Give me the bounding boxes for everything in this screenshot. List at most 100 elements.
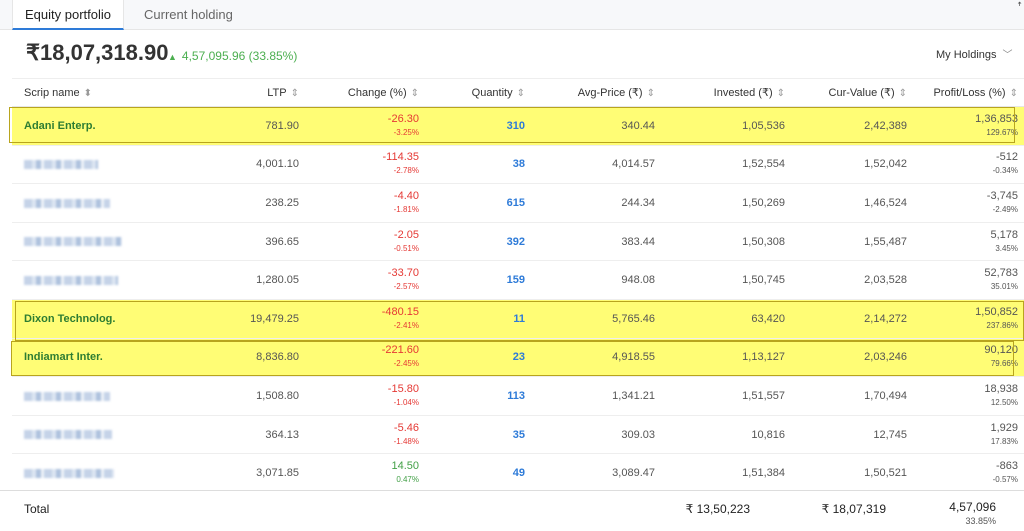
current-value-cell: 2,14,272 <box>791 299 913 339</box>
quantity-value[interactable]: 113 <box>507 390 525 402</box>
table-row[interactable]: 1,508.80 -15.80 -1.04% 113 1,341.21 1,51,557 1… <box>12 376 1024 416</box>
profit-loss-percent: 12.50% <box>990 397 1018 407</box>
quantity-value[interactable]: 49 <box>513 467 525 479</box>
profit-loss-percent: 129.67% <box>986 127 1018 137</box>
quantity-cell: 392 <box>425 222 531 262</box>
invested-value: 63,420 <box>751 312 785 325</box>
table-row[interactable]: 4,001.10 -114.35 -2.78% 38 4,014.57 1,52,554 1… <box>12 145 1024 185</box>
quantity-cell: 11 <box>425 299 531 339</box>
current-value-cell: 12,745 <box>791 415 913 455</box>
profit-loss-cell: 1,36,853 129.67% <box>913 106 1024 146</box>
sort-icon[interactable]: ⇕ <box>777 88 785 99</box>
table-row[interactable]: Indiamart Inter. 8,836.80 -221.60 -2.45% 23 4… <box>12 338 1024 378</box>
column-header-label: Cur-Value (₹) <box>828 87 895 99</box>
quantity-value[interactable]: 392 <box>507 236 525 248</box>
avg-price-value: 3,089.47 <box>612 467 655 480</box>
column-header[interactable]: Scrip name ⬍ <box>12 78 202 107</box>
current-value: 1,46,524 <box>864 196 907 209</box>
sort-icon[interactable]: ⇕ <box>1010 88 1018 99</box>
current-value: 1,50,521 <box>864 467 907 480</box>
quantity-cell: 159 <box>425 260 531 300</box>
change-percent: -2.41% <box>393 320 419 330</box>
sort-icon[interactable]: ⇕ <box>517 88 525 99</box>
quantity-cell: 35 <box>425 415 531 455</box>
column-header-label: Change (%) <box>347 86 407 99</box>
change-value: 14.50 <box>391 460 419 473</box>
tab-equity-portfolio[interactable]: Equity portfolio <box>12 0 124 30</box>
table-row[interactable]: 364.13 -5.46 -1.48% 35 309.03 10,816 12,745 1,9… <box>12 415 1024 455</box>
profit-loss-value: 90,120 <box>984 344 1018 357</box>
column-header[interactable]: Change (%) ⇕ <box>305 78 425 107</box>
ltp-cell: 4,001.10 <box>202 145 305 185</box>
table-row[interactable]: 238.25 -4.40 -1.81% 615 244.34 1,50,269 1,46,5… <box>12 183 1024 223</box>
sort-icon[interactable]: ⬍ <box>84 88 92 99</box>
avg-price-value: 340.44 <box>621 119 655 132</box>
table-row[interactable]: 396.65 -2.05 -0.51% 392 383.44 1,50,308 1,55,4… <box>12 222 1024 262</box>
table-row[interactable]: Dixon Technolog. 19,479.25 -480.15 -2.41% 11… <box>12 299 1024 339</box>
table-row[interactable]: 1,280.05 -33.70 -2.57% 159 948.08 1,50,745 2,0… <box>12 260 1024 300</box>
sort-icon[interactable]: ⇕ <box>647 88 655 99</box>
redacted-scrip-name <box>24 430 112 440</box>
quantity-value[interactable]: 11 <box>513 313 525 325</box>
change-cell: -221.60 -2.45% <box>305 338 425 378</box>
scrip-name[interactable]: Adani Enterp. <box>24 120 96 132</box>
tab-current-holding[interactable]: Current holding <box>132 0 245 30</box>
holdings-table: Scrip name ⬍ LTP ⇕ Change (%) ⇕ Quantity ⇕ Avg-P… <box>12 78 1024 493</box>
invested-cell: 1,05,536 <box>661 106 791 146</box>
redacted-scrip-name <box>24 237 122 247</box>
invested-cell: 1,50,269 <box>661 183 791 223</box>
scrip-name-cell: Adani Enterp. <box>12 106 202 146</box>
change-value: -480.15 <box>381 305 419 318</box>
change-value: -4.40 <box>393 189 419 202</box>
profit-loss-cell: 90,120 79.66% <box>913 338 1024 378</box>
holdings-view-select[interactable]: My Holdings ﹀ <box>936 46 1013 61</box>
column-header[interactable]: Invested (₹) ⇕ <box>661 78 791 107</box>
change-percent: -0.51% <box>393 243 419 253</box>
quantity-value[interactable]: 310 <box>507 120 525 132</box>
profit-loss-percent: 17.83% <box>990 436 1018 446</box>
quantity-value[interactable]: 159 <box>507 274 525 286</box>
ltp-value: 238.25 <box>265 196 299 209</box>
invested-value: 1,13,127 <box>742 351 785 364</box>
profit-loss-percent: 79.66% <box>990 359 1018 369</box>
sort-icon[interactable]: ⇕ <box>899 88 907 99</box>
avg-price-cell: 244.34 <box>531 183 661 223</box>
scrip-name[interactable]: Indiamart Inter. <box>24 351 103 363</box>
quantity-value[interactable]: 38 <box>513 158 525 170</box>
profit-loss-percent: -0.57% <box>992 475 1018 485</box>
avg-price-value: 383.44 <box>621 235 655 248</box>
current-value-cell: 2,03,528 <box>791 260 913 300</box>
invested-value: 1,51,557 <box>742 389 785 402</box>
invested-cell: 1,13,127 <box>661 338 791 378</box>
sort-icon[interactable]: ⇕ <box>291 88 299 99</box>
column-header[interactable]: Quantity ⇕ <box>425 78 531 107</box>
current-value-cell: 1,52,042 <box>791 145 913 185</box>
table-row[interactable]: 3,071.85 14.50 0.47% 49 3,089.47 1,51,384 1,50… <box>12 453 1024 493</box>
current-value-cell: 1,55,487 <box>791 222 913 262</box>
quantity-value[interactable]: 23 <box>513 351 525 363</box>
totals-pl-percent: 33.85% <box>965 516 996 526</box>
ltp-value: 8,836.80 <box>256 351 299 364</box>
column-header[interactable]: Profit/Loss (%) ⇕ <box>913 78 1024 107</box>
change-cell: -5.46 -1.48% <box>305 415 425 455</box>
avg-price-cell: 4,918.55 <box>531 338 661 378</box>
quantity-value[interactable]: 615 <box>507 197 525 209</box>
up-arrow-icon: ▲ <box>168 52 177 62</box>
avg-price-value: 4,014.57 <box>612 158 655 171</box>
scrip-name-cell: Indiamart Inter. <box>12 338 202 378</box>
quantity-value[interactable]: 35 <box>513 429 525 441</box>
column-header[interactable]: Avg-Price (₹) ⇕ <box>531 78 661 107</box>
table-header-row: Scrip name ⬍ LTP ⇕ Change (%) ⇕ Quantity ⇕ Avg-P… <box>12 78 1024 107</box>
profit-loss-percent: 3.45% <box>995 243 1018 253</box>
column-header[interactable]: LTP ⇕ <box>202 78 305 107</box>
column-header[interactable]: Cur-Value (₹) ⇕ <box>791 78 913 107</box>
table-row[interactable]: Adani Enterp. 781.90 -26.30 -3.25% 310 340.44… <box>12 106 1024 146</box>
column-header-label: Avg-Price (₹) <box>577 87 643 99</box>
sort-icon[interactable]: ⇕ <box>411 88 419 99</box>
avg-price-cell: 1,341.21 <box>531 376 661 416</box>
scrip-name[interactable]: Dixon Technolog. <box>24 313 115 325</box>
change-percent: -2.78% <box>393 166 419 176</box>
ltp-value: 1,508.80 <box>256 389 299 402</box>
change-value: -221.60 <box>381 344 419 357</box>
ltp-cell: 781.90 <box>202 106 305 146</box>
